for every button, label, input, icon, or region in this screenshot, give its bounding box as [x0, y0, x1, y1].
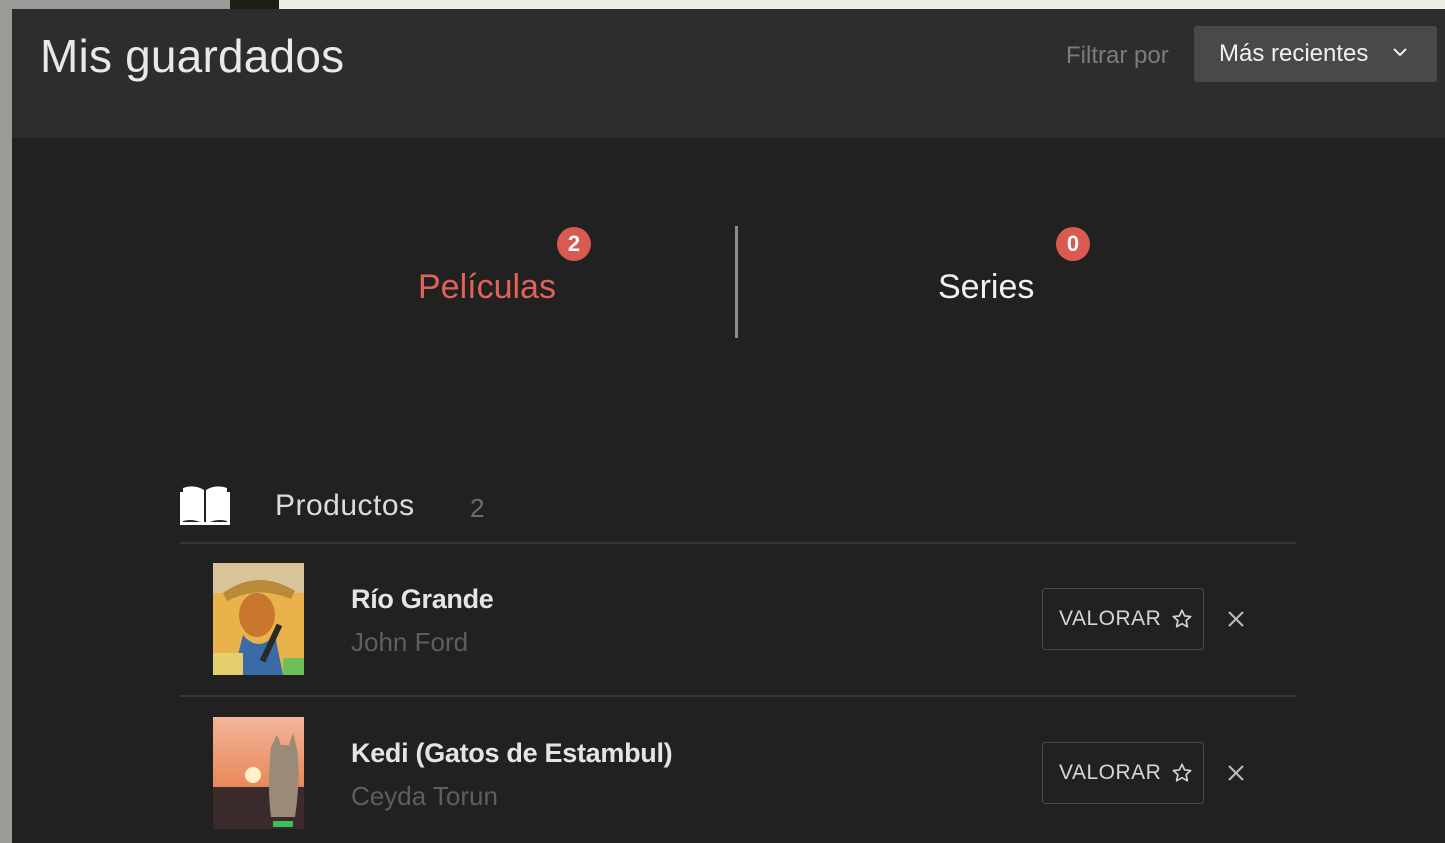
window-edge — [0, 0, 230, 9]
window-edge — [230, 0, 279, 9]
page-header: Mis guardados Filtrar por Más recientes — [12, 9, 1445, 138]
window-edge — [279, 0, 1445, 9]
saved-page: Mis guardados Filtrar por Más recientes … — [12, 9, 1445, 843]
item-author: Ceyda Torun — [351, 781, 498, 811]
page-title: Mis guardados — [40, 30, 345, 82]
filter-label: Filtrar por — [1066, 42, 1169, 69]
close-icon[interactable] — [1224, 761, 1248, 785]
rate-button[interactable]: VALORAR — [1042, 742, 1204, 804]
list-item: Río Grande John Ford VALORAR — [180, 543, 1296, 695]
tab-peliculas[interactable]: Películas — [418, 268, 556, 307]
item-title[interactable]: Kedi (Gatos de Estambul) — [351, 738, 673, 769]
poster-image[interactable] — [213, 563, 304, 675]
section-count: 2 — [470, 493, 485, 523]
rate-label: VALORAR — [1059, 607, 1162, 630]
count-badge-series: 0 — [1056, 227, 1090, 261]
chevron-down-icon — [1393, 48, 1407, 57]
list-item: Kedi (Gatos de Estambul) Ceyda Torun VAL… — [180, 697, 1296, 843]
close-icon[interactable] — [1224, 607, 1248, 631]
star-icon — [1172, 609, 1192, 628]
tab-series[interactable]: Series — [938, 268, 1034, 307]
sort-value: Más recientes — [1219, 40, 1369, 67]
section-title: Productos — [275, 489, 415, 522]
tab-divider — [735, 226, 738, 338]
count-badge-peliculas: 2 — [557, 227, 591, 261]
rate-button[interactable]: VALORAR — [1042, 588, 1204, 650]
item-title[interactable]: Río Grande — [351, 584, 494, 615]
star-icon — [1172, 763, 1192, 782]
poster-image[interactable] — [213, 717, 304, 829]
category-tabs: Películas 2 Series 0 — [12, 138, 1445, 468]
sort-dropdown[interactable]: Más recientes — [1194, 26, 1437, 82]
book-icon — [180, 486, 230, 525]
item-author: John Ford — [351, 627, 469, 657]
section-header: Productos 2 — [180, 479, 1296, 543]
rate-label: VALORAR — [1059, 761, 1162, 784]
